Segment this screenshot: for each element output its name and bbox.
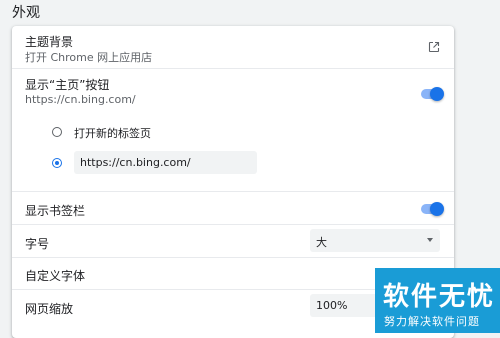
font-size-value: 大: [316, 236, 327, 249]
custom-url-radio[interactable]: [52, 158, 62, 168]
home-button-label: 显示“主页”按钮: [25, 78, 110, 92]
page-zoom-label: 网页缩放: [25, 302, 74, 316]
bookmarks-bar-row: 显示书签栏: [12, 191, 454, 224]
bookmarks-bar-toggle[interactable]: [421, 202, 444, 216]
appearance-section-title: 外观: [12, 5, 40, 21]
new-tab-radio-label: 打开新的标签页: [74, 127, 151, 140]
watermark-logo: 软件无忧 努力解决软件问题: [375, 268, 500, 333]
chevron-down-icon: [427, 238, 433, 242]
new-tab-radio[interactable]: [52, 127, 62, 137]
external-link-icon[interactable]: [428, 41, 440, 53]
theme-label: 主题背景: [25, 35, 74, 49]
home-url-input[interactable]: [74, 151, 257, 174]
home-button-row: 显示“主页”按钮 https://cn.bing.com/ 打开新的标签页: [12, 68, 454, 191]
custom-fonts-label: 自定义字体: [25, 269, 86, 283]
font-size-select[interactable]: 大: [310, 229, 440, 252]
home-button-url: https://cn.bing.com/: [25, 93, 136, 106]
toggle-knob: [430, 202, 444, 216]
theme-sublabel: 打开 Chrome 网上应用店: [25, 51, 153, 64]
watermark-title: 软件无忧: [383, 282, 496, 312]
font-size-row: 字号 大: [12, 224, 454, 257]
page-zoom-value: 100%: [316, 299, 348, 312]
toggle-knob: [430, 87, 444, 101]
watermark-subtitle: 努力解决软件问题: [384, 315, 480, 328]
font-size-label: 字号: [25, 237, 50, 251]
bookmarks-bar-label: 显示书签栏: [25, 204, 86, 218]
theme-row[interactable]: 主题背景 打开 Chrome 网上应用店: [12, 26, 454, 68]
home-button-toggle[interactable]: [421, 87, 444, 101]
